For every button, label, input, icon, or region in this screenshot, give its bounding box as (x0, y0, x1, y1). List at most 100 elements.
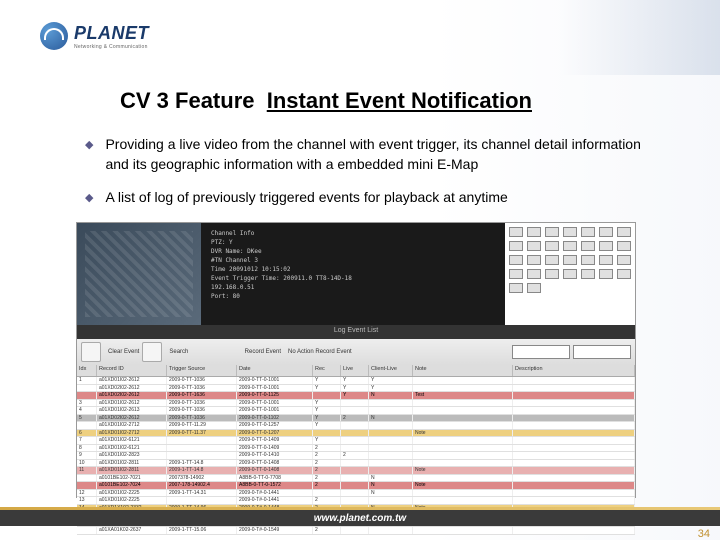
table-cell: 3 (77, 400, 97, 407)
table-cell: 2009-0-TT-0-1408 (237, 460, 313, 467)
table-cell: a01XD01I02-2811 (97, 460, 167, 467)
log-toolbar: Clear Event Search Record Event No Actio… (77, 339, 635, 365)
noaction-record-option[interactable]: No Action Record Event (288, 349, 352, 355)
table-cell (413, 460, 513, 467)
table-cell: 2009-1-TT-15.06 (167, 527, 237, 534)
table-cell (413, 415, 513, 422)
table-row[interactable]: 1a01XD01I02-26122009-0-TT-10362009-0-TT-… (77, 377, 635, 385)
table-cell: 2009-0-TT-1036 (167, 407, 237, 414)
table-cell: 2 (313, 452, 341, 459)
table-cell (341, 497, 369, 504)
col-client: Client-Live (369, 365, 413, 376)
table-cell: 2009-0-TT-0-1207 (237, 430, 313, 437)
filter-dropdown[interactable] (573, 345, 631, 359)
camera-icon (509, 241, 523, 251)
table-cell: 2009-0-TT-0-1001 (237, 385, 313, 392)
table-cell: Note (413, 482, 513, 489)
table-cell (77, 392, 97, 399)
table-cell (77, 422, 97, 429)
camera-icon (563, 269, 577, 279)
table-cell (77, 385, 97, 392)
table-cell: 2 (313, 475, 341, 482)
table-cell: 2009-0-TT-0-1257 (237, 422, 313, 429)
table-cell: 5 (77, 415, 97, 422)
table-cell: 2007-178-14902.4 (167, 482, 237, 489)
bullet-diamond-icon: ◆ (85, 138, 93, 174)
table-cell (413, 385, 513, 392)
table-row[interactable]: 11a01XD01I02-28112009-1-TT-14.82009-0-TT… (77, 467, 635, 475)
footer-url: www.planet.com.tw (314, 513, 406, 524)
table-cell: Y (313, 422, 341, 429)
table-row[interactable]: 5a01XD02I02-26122009-0-TT-10362009-0-TT-… (77, 415, 635, 423)
table-cell (369, 400, 413, 407)
table-row[interactable]: a01XD02I02-26122009-0-TT-16362009-0-TT-0… (77, 392, 635, 400)
table-cell: 2009-1-TT-14.8 (167, 460, 237, 467)
table-row[interactable]: 9a01XD01I02-28232009-0-TT-0-141022 (77, 452, 635, 460)
search-label: Search (169, 349, 188, 355)
camera-icon (563, 255, 577, 265)
table-cell: 2 (341, 452, 369, 459)
channel-info-pane: Channel Info PTZ: Y DVR Name: DKee #TN C… (201, 223, 505, 325)
table-cell (167, 497, 237, 504)
table-cell: a01XD01I02-2823 (97, 452, 167, 459)
table-cell: a01XD02I02-2612 (97, 415, 167, 422)
table-row[interactable]: 6a01XD01I02-27122009-0-TT-11.372009-0-TT… (77, 430, 635, 438)
table-row[interactable]: 3a01XD01I02-26122009-0-TT-10362009-0-TT-… (77, 400, 635, 408)
table-cell: 2009-0-T#-0-1441 (237, 490, 313, 497)
table-cell (413, 400, 513, 407)
table-row[interactable]: 7a01XD01I02-61212009-0-TT-0-1409Y (77, 437, 635, 445)
bg-corner-decor (560, 0, 720, 75)
record-event-option[interactable]: Record Event (245, 349, 281, 355)
table-cell (341, 490, 369, 497)
table-row[interactable]: 8a01XD01I02-61212009-0-TT-0-14092 (77, 445, 635, 453)
clear-event-label: Clear Event (108, 349, 139, 355)
info-line: 192.168.0.51 (211, 283, 495, 292)
table-cell: 2009-0-TT-0-1125 (237, 392, 313, 399)
table-cell: Y (313, 437, 341, 444)
table-row[interactable]: 4a01XD01I02-26132009-0-TT-10362009-0-TT-… (77, 407, 635, 415)
table-cell (413, 497, 513, 504)
table-cell (413, 377, 513, 384)
camera-icon (581, 241, 595, 251)
table-cell: a01XD01I02-2613 (97, 407, 167, 414)
info-line: Port: 80 (211, 292, 495, 301)
table-row[interactable]: a01XA01K02-26372009-1-TT-15.062009-0-T#-… (77, 527, 635, 535)
search-button[interactable] (142, 342, 162, 362)
table-cell: 2 (313, 445, 341, 452)
table-cell: N (369, 482, 413, 489)
table-row[interactable]: 10a01XD01I02-28112009-1-TT-14.82009-0-TT… (77, 460, 635, 468)
table-row[interactable]: a0101BE102-70242007-178-14902.4A8BB-0-TT… (77, 482, 635, 490)
table-cell (513, 430, 635, 437)
filter-dropdown[interactable] (512, 345, 570, 359)
camera-icon (545, 227, 559, 237)
table-cell: 2009-0-TT-1036 (167, 377, 237, 384)
table-cell (369, 460, 413, 467)
table-cell (369, 422, 413, 429)
table-cell: Y (313, 377, 341, 384)
table-cell: a01XD01I02-2712 (97, 430, 167, 437)
table-cell: Y (341, 392, 369, 399)
table-cell: 10 (77, 460, 97, 467)
table-cell (369, 497, 413, 504)
clear-event-button[interactable] (81, 342, 101, 362)
table-cell: Note (413, 467, 513, 474)
table-cell: N (369, 415, 413, 422)
table-cell: 2009-0-T#-0-1549 (237, 527, 313, 534)
table-row[interactable]: a01XD02I02-26122009-0-TT-10362009-0-TT-0… (77, 385, 635, 393)
table-row[interactable]: a0101BE102-70212007378-14902A8BB-0-TT-0-… (77, 475, 635, 483)
table-cell: a01XD01I02-2225 (97, 497, 167, 504)
col-date: Date (237, 365, 313, 376)
brand-name: PLANET (74, 23, 149, 44)
footer-bar: www.planet.com.tw (0, 510, 720, 526)
table-cell: 2009-0-TT-1036 (167, 415, 237, 422)
table-cell: Y (313, 415, 341, 422)
table-cell (369, 452, 413, 459)
table-cell: Y (313, 400, 341, 407)
table-row[interactable]: 13a01XD01I02-22252009-0-T#-0-14412 (77, 497, 635, 505)
table-cell: 2009-0-TT-0-1409 (237, 437, 313, 444)
table-row[interactable]: 12a01XD01I02-22252009-1-TT-14.312009-0-T… (77, 490, 635, 498)
table-row[interactable]: a01XD01I02-27122009-0-TT-11.292009-0-TT-… (77, 422, 635, 430)
table-cell (77, 475, 97, 482)
table-cell: 2009-0-T#-0-1441 (237, 497, 313, 504)
app-top-panel: Channel Info PTZ: Y DVR Name: DKee #TN C… (77, 223, 635, 325)
